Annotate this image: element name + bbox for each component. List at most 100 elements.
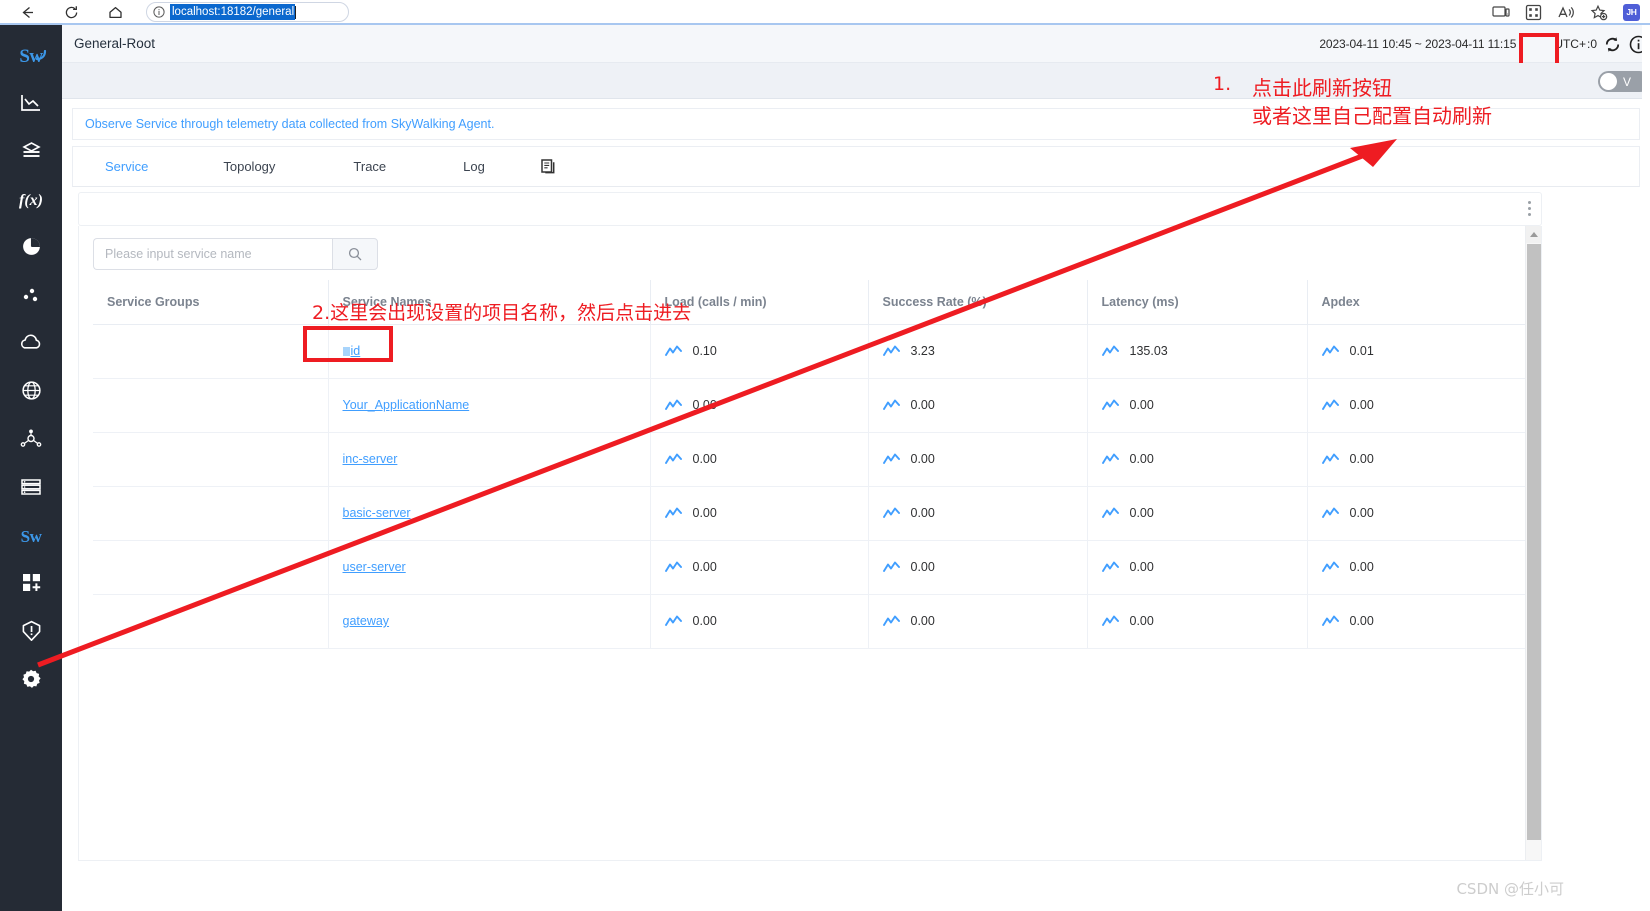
service-list-panel: Service Groups Service Names Load (calls… [78, 226, 1542, 861]
cell-service-group [93, 432, 329, 487]
function-fx-icon: f(x) [19, 192, 43, 209]
alert-shield-icon [21, 620, 42, 647]
sidebar-item-function[interactable]: f(x) [0, 177, 62, 225]
add-grid-icon [21, 572, 42, 598]
globe-icon [21, 380, 42, 406]
metric-value: 0.00 [910, 398, 935, 412]
sidebar-item-service[interactable] [0, 129, 62, 177]
vertical-dots-icon[interactable] [1528, 201, 1531, 216]
tab-log[interactable]: Log [463, 146, 485, 187]
service-name-link[interactable]: basic-server [343, 506, 411, 520]
page-title: General-Root [74, 36, 156, 51]
profile-avatar[interactable]: JH [1623, 3, 1640, 21]
cell-apdex: 0.00 [1307, 540, 1525, 595]
table-row: inc-server 0.00 0.00 0.00 0.00 [93, 432, 1525, 487]
sparkline-icon [1321, 398, 1339, 412]
sidebar-item-dashboard[interactable] [0, 81, 62, 129]
tab-service[interactable]: Service [105, 146, 148, 187]
service-name-link[interactable]: Your_ApplicationName [343, 398, 470, 412]
cell-service-name: inc-server [328, 432, 651, 487]
sidebar-item-settings[interactable] [0, 657, 62, 705]
sidebar-item-list[interactable] [0, 465, 62, 513]
scroll-up-button[interactable] [1526, 226, 1541, 243]
copy-pages-icon[interactable] [540, 146, 557, 187]
tab-trace[interactable]: Trace [353, 146, 386, 187]
browser-toolbar-right: JH [1492, 0, 1650, 24]
metric-value: 0.00 [1129, 398, 1154, 412]
sparkline-icon [1321, 452, 1339, 466]
sparkline-icon [664, 452, 682, 466]
url-text[interactable]: localhost:18182/general [170, 4, 296, 20]
dot [1528, 213, 1531, 216]
sidebar-item-pie[interactable] [0, 225, 62, 273]
cell-service-group [93, 324, 329, 379]
sidebar-item-agent[interactable]: Sw [0, 513, 62, 561]
pie-chart-icon [21, 236, 42, 262]
cell-latency: 0.00 [1087, 540, 1308, 595]
column-apdex: Apdex [1307, 280, 1525, 325]
sidebar-item-topology[interactable] [0, 417, 62, 465]
page-gutter [1642, 25, 1650, 911]
table-row: basic-server 0.00 0.00 0.00 0.00 [93, 486, 1525, 541]
content-scrollbar[interactable] [1525, 226, 1541, 860]
service-name-link[interactable]: user-server [343, 560, 406, 574]
service-name-link[interactable]: id [351, 344, 361, 358]
triangle-up-icon [1530, 232, 1538, 237]
table-header-row: Service Groups Service Names Load (calls… [93, 280, 1525, 325]
banner-text: Observe Service through telemetry data c… [85, 117, 495, 131]
device-cast-icon[interactable] [1492, 5, 1510, 20]
skywalking-logo[interactable]: Sw [0, 33, 62, 81]
metric-value: 0.00 [910, 506, 935, 520]
search-icon [348, 247, 362, 261]
dot [1528, 201, 1531, 204]
sparkline-icon [1321, 560, 1339, 574]
service-name-link[interactable]: gateway [343, 614, 390, 628]
cell-apdex: 0.00 [1307, 378, 1525, 433]
sidebar-item-cloud[interactable] [0, 321, 62, 369]
search-input[interactable] [93, 238, 332, 270]
refresh-icon[interactable] [1603, 35, 1622, 54]
search-button[interactable] [332, 238, 378, 270]
annotation-step-1-line-2: 或者这里自己配置自动刷新 [1252, 104, 1492, 128]
browser-toolbar: localhost:18182/general JH [0, 0, 1650, 24]
metric-value: 0.01 [1349, 344, 1374, 358]
cell-success-rate: 3.23 [868, 324, 1088, 379]
cell-load: 0.10 [650, 324, 869, 379]
back-arrow-icon[interactable] [12, 1, 42, 23]
metric-value: 0.00 [692, 614, 717, 628]
cell-latency: 0.00 [1087, 432, 1308, 487]
sidebar-item-network[interactable] [0, 369, 62, 417]
toggle-knob [1600, 73, 1617, 90]
text-caret [295, 5, 297, 19]
reload-icon[interactable] [56, 1, 86, 23]
watermark: CSDN @任小可 [1456, 880, 1564, 898]
layers-icon [20, 141, 43, 166]
sidebar-item-alarm[interactable] [0, 609, 62, 657]
collections-icon[interactable] [1525, 4, 1542, 21]
metric-value: 135.03 [1129, 344, 1168, 358]
sparkline-icon [1101, 344, 1119, 358]
sidebar: Sw f(x) Sw [0, 25, 62, 911]
utc-offset-input[interactable]: :0 [1587, 37, 1597, 51]
cell-service-name: user-server [328, 540, 651, 595]
sidebar-item-scatter[interactable] [0, 273, 62, 321]
sparkline-icon [1321, 506, 1339, 520]
cell-apdex: 0.00 [1307, 594, 1525, 649]
add-favorite-icon[interactable] [1590, 4, 1608, 21]
sidebar-item-add-widget[interactable] [0, 561, 62, 609]
metric-value: 0.00 [1129, 452, 1154, 466]
table-row: Your_ApplicationName 0.00 0.00 0.00 0.00 [93, 378, 1525, 433]
metric-value: 0.00 [1349, 506, 1374, 520]
gear-icon [20, 668, 42, 695]
time-range-selector[interactable]: 2023-04-11 10:45 ~ 2023-04-11 11:15 [1319, 37, 1516, 51]
home-icon[interactable] [100, 1, 130, 23]
tab-topology[interactable]: Topology [223, 146, 275, 187]
scrollbar-thumb[interactable] [1527, 244, 1541, 840]
sparkline-icon [664, 506, 682, 520]
service-name-link[interactable]: inc-server [343, 452, 398, 466]
cell-latency: 0.00 [1087, 486, 1308, 541]
cell-apdex: 0.01 [1307, 324, 1525, 379]
address-bar[interactable]: localhost:18182/general [146, 2, 349, 22]
read-aloud-icon[interactable] [1557, 4, 1575, 21]
sw-small-icon: Sw [20, 527, 42, 546]
